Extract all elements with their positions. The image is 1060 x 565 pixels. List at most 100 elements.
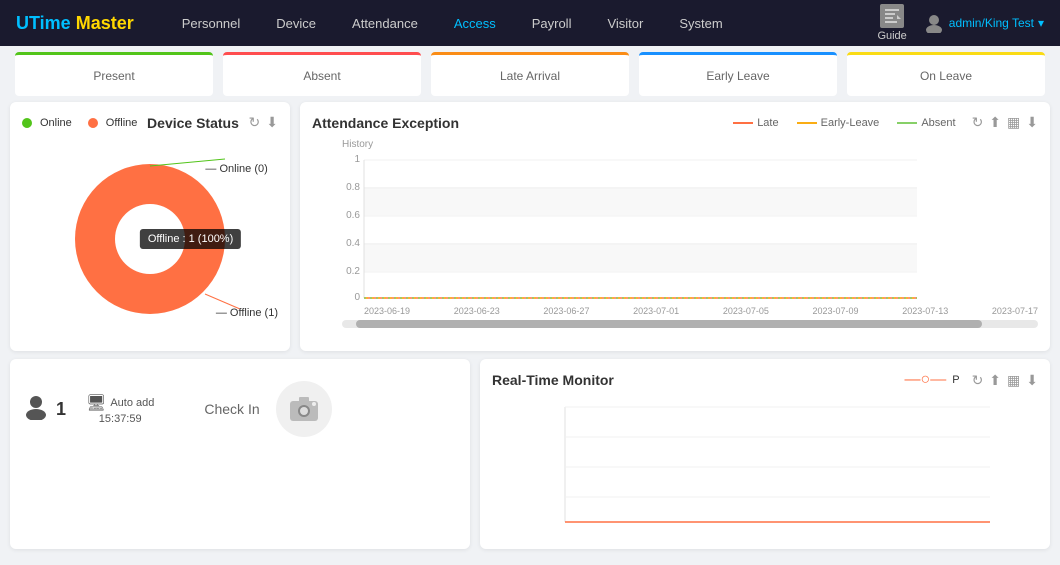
user-label: admin/King Test xyxy=(949,16,1034,30)
offline-dot xyxy=(88,118,98,128)
device-legend: Online Offline xyxy=(22,117,137,129)
x-label-5: 2023-07-09 xyxy=(813,306,859,316)
device-refresh-btn[interactable]: ↻ xyxy=(249,114,261,131)
auto-add-section: 🖥 Auto add 15:37:59 xyxy=(86,393,154,425)
online-dot xyxy=(22,118,32,128)
main-content: Online Offline Device Status ↻ ⬇ xyxy=(0,102,1060,549)
legend-absent-label: Absent xyxy=(921,117,955,129)
x-label-1: 2023-06-23 xyxy=(454,306,500,316)
legend-late: Late xyxy=(733,117,778,129)
nav-system[interactable]: System xyxy=(661,0,740,46)
attendance-legend: Late Early-Leave Absent xyxy=(733,117,955,129)
checkin-label: Check In xyxy=(204,401,259,417)
status-label-present: Present xyxy=(93,69,134,83)
realtime-barchart-btn[interactable]: ▦ xyxy=(1007,372,1020,389)
status-cards-row: Present Absent Late Arrival Early Leave … xyxy=(0,46,1060,102)
legend-offline-label: Offline xyxy=(106,117,138,129)
attendance-download-btn[interactable]: ⬇ xyxy=(1026,114,1038,131)
realtime-refresh-btn[interactable]: ↻ xyxy=(972,372,984,389)
svg-text:0.2: 0.2 xyxy=(346,266,360,277)
logo-master: Master xyxy=(76,13,134,33)
user-count: 1 xyxy=(22,392,66,427)
device-status-header: Online Offline Device Status ↻ ⬇ xyxy=(22,114,278,131)
user-avatar-icon xyxy=(923,11,945,36)
nav-personnel[interactable]: Personnel xyxy=(164,0,259,46)
checkin-content: 1 🖥 Auto add 15:37:59 Check In xyxy=(22,371,458,447)
main-nav: Personnel Device Attendance Access Payro… xyxy=(164,0,878,46)
guide-icon xyxy=(880,4,904,28)
svg-text:0.8: 0.8 xyxy=(346,182,360,193)
chart-scrollbar[interactable] xyxy=(342,320,1038,328)
attendance-exception-panel: Attendance Exception Late Early-Leave xyxy=(300,102,1050,351)
logo: UTime Master xyxy=(16,13,134,34)
realtime-header: Real-Time Monitor —○— P ↻ ⬆ ▦ ⬇ xyxy=(492,371,1038,389)
x-label-2: 2023-06-27 xyxy=(543,306,589,316)
history-label: History xyxy=(342,139,1038,150)
svg-text:1: 1 xyxy=(354,154,360,165)
attendance-actions: ↻ ⬆ ▦ ⬇ xyxy=(972,114,1038,131)
realtime-legend-label: P xyxy=(952,374,959,386)
realtime-upload-btn[interactable]: ⬆ xyxy=(989,372,1001,389)
realtime-chart-svg xyxy=(492,397,1038,537)
status-card-present[interactable]: Present xyxy=(15,52,213,96)
svg-text:0.4: 0.4 xyxy=(346,238,360,249)
logo-time: Time xyxy=(29,13,71,33)
legend-early-leave-label: Early-Leave xyxy=(821,117,880,129)
donut-chart-container: Offline : 1 (100%) — Online (0) — Offlin… xyxy=(22,139,278,339)
nav-payroll[interactable]: Payroll xyxy=(514,0,590,46)
user-count-value: 1 xyxy=(56,399,66,420)
nav-visitor[interactable]: Visitor xyxy=(589,0,661,46)
bottom-panels-row: 1 🖥 Auto add 15:37:59 Check In xyxy=(10,359,1050,549)
x-label-0: 2023-06-19 xyxy=(364,306,410,316)
status-label-absent: Absent xyxy=(303,69,340,83)
realtime-legend-icon: —○— xyxy=(905,371,947,389)
attendance-title: Attendance Exception xyxy=(312,115,459,131)
nav-device[interactable]: Device xyxy=(258,0,334,46)
x-label-7: 2023-07-17 xyxy=(992,306,1038,316)
attendance-upload-btn[interactable]: ⬆ xyxy=(989,114,1001,131)
auto-add-time: 15:37:59 xyxy=(99,413,142,425)
realtime-download-btn[interactable]: ⬇ xyxy=(1026,372,1038,389)
attendance-refresh-btn[interactable]: ↻ xyxy=(972,114,984,131)
screen-icon: 🖥 xyxy=(86,393,106,413)
chevron-down-icon: ▾ xyxy=(1038,16,1044,30)
status-label-early-leave: Early Leave xyxy=(706,69,769,83)
status-card-early-leave[interactable]: Early Leave xyxy=(639,52,837,96)
checkin-right: Check In xyxy=(204,381,331,437)
guide-button[interactable]: Guide xyxy=(877,4,906,42)
top-panels-row: Online Offline Device Status ↻ ⬇ xyxy=(10,102,1050,351)
offline-label: — Offline (1) xyxy=(216,307,278,319)
logo-u: U xyxy=(16,13,29,33)
legend-early-leave: Early-Leave xyxy=(797,117,880,129)
legend-online-label: Online xyxy=(40,117,72,129)
chart-scrollbar-thumb[interactable] xyxy=(356,320,982,328)
attendance-barchart-btn[interactable]: ▦ xyxy=(1007,114,1020,131)
status-card-on-leave[interactable]: On Leave xyxy=(847,52,1045,96)
device-download-btn[interactable]: ⬇ xyxy=(266,114,278,131)
svg-text:0: 0 xyxy=(354,292,360,303)
x-label-6: 2023-07-13 xyxy=(902,306,948,316)
online-label: — Online (0) xyxy=(205,163,267,175)
realtime-title: Real-Time Monitor xyxy=(492,372,614,388)
status-card-late-arrival[interactable]: Late Arrival xyxy=(431,52,629,96)
attendance-chart-wrapper: History 1 0.8 0.6 0.4 0.2 0 xyxy=(312,139,1038,328)
status-card-absent[interactable]: Absent xyxy=(223,52,421,96)
user-info[interactable]: admin/King Test ▾ xyxy=(923,11,1044,36)
status-label-late-arrival: Late Arrival xyxy=(500,69,560,83)
x-label-3: 2023-07-01 xyxy=(633,306,679,316)
svg-text:0.6: 0.6 xyxy=(346,210,360,221)
x-axis-labels: 2023-06-19 2023-06-23 2023-06-27 2023-07… xyxy=(364,306,1038,316)
realtime-monitor-panel: Real-Time Monitor —○— P ↻ ⬆ ▦ ⬇ xyxy=(480,359,1050,549)
nav-attendance[interactable]: Attendance xyxy=(334,0,436,46)
attendance-header: Attendance Exception Late Early-Leave xyxy=(312,114,1038,131)
checkin-panel: 1 🖥 Auto add 15:37:59 Check In xyxy=(10,359,470,549)
header: UTime Master Personnel Device Attendance… xyxy=(0,0,1060,46)
legend-absent: Absent xyxy=(897,117,955,129)
x-label-4: 2023-07-05 xyxy=(723,306,769,316)
auto-add-row: 🖥 Auto add xyxy=(86,393,154,413)
realtime-actions: ↻ ⬆ ▦ ⬇ xyxy=(972,372,1038,389)
device-status-panel: Online Offline Device Status ↻ ⬇ xyxy=(10,102,290,351)
guide-label: Guide xyxy=(877,30,906,42)
nav-access[interactable]: Access xyxy=(436,0,514,46)
donut-tooltip: Offline : 1 (100%) xyxy=(140,229,241,249)
